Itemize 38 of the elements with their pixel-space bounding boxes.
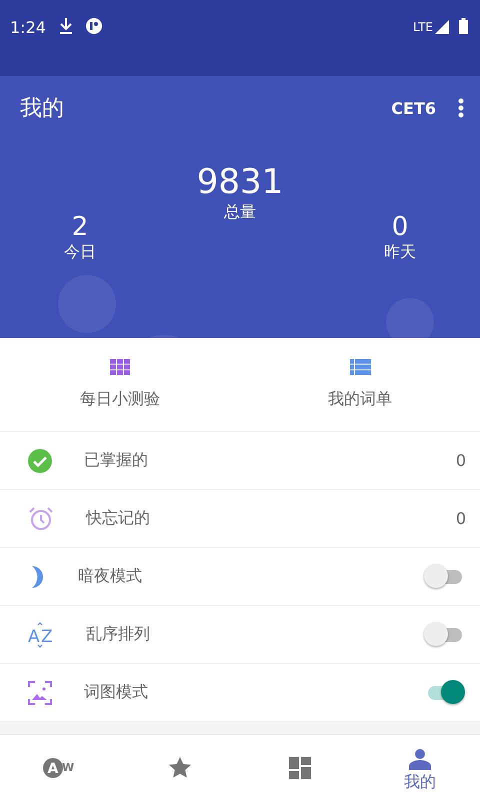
signal-icon: [435, 20, 449, 34]
settings-row[interactable]: 词图模式: [0, 664, 480, 722]
yesterday-count: 0: [392, 212, 408, 242]
more-options-icon[interactable]: [458, 98, 464, 118]
settings-row[interactable]: 快忘记的 0: [0, 490, 480, 548]
page-title: 我的: [20, 95, 64, 123]
yesterday-label: 昨天: [384, 242, 416, 263]
shortcut-button[interactable]: 每日小测验: [0, 338, 240, 431]
settings-row[interactable]: 暗夜模式: [0, 548, 480, 606]
list-icon: [350, 359, 370, 375]
settings-row[interactable]: 已掌握的 0: [0, 432, 480, 490]
status-time: 1:24: [10, 18, 46, 37]
grid-icon: [110, 359, 130, 375]
settings-row[interactable]: AZ 乱序排列: [0, 606, 480, 664]
book-selector[interactable]: CET6: [391, 98, 436, 118]
network-type: LTE: [413, 20, 433, 34]
total-label: 总量: [224, 202, 256, 223]
star-icon: [168, 756, 192, 780]
person-icon: [409, 748, 431, 770]
image-icon: [28, 680, 52, 704]
row-label: 乱序排列: [86, 624, 151, 645]
row-count: 0: [456, 509, 466, 528]
dashboard-icon: [289, 756, 311, 778]
alarm-clock-icon: [28, 506, 54, 532]
total-count: 9831: [196, 162, 284, 202]
nav-tab[interactable]: 我的: [360, 735, 480, 800]
today-count: 2: [72, 212, 88, 242]
shortcut-button[interactable]: 我的词单: [240, 338, 480, 431]
row-label: 已掌握的: [84, 450, 149, 471]
download-icon: [60, 18, 72, 34]
row-label: 词图模式: [84, 682, 149, 703]
today-label: 今日: [64, 242, 96, 263]
row-label: 暗夜模式: [78, 566, 143, 587]
check-circle-icon: [28, 448, 52, 472]
app-notification-icon: [86, 18, 102, 34]
row-label: 快忘记的: [86, 508, 151, 529]
battery-icon: [459, 18, 468, 34]
row-count: 0: [456, 451, 466, 470]
